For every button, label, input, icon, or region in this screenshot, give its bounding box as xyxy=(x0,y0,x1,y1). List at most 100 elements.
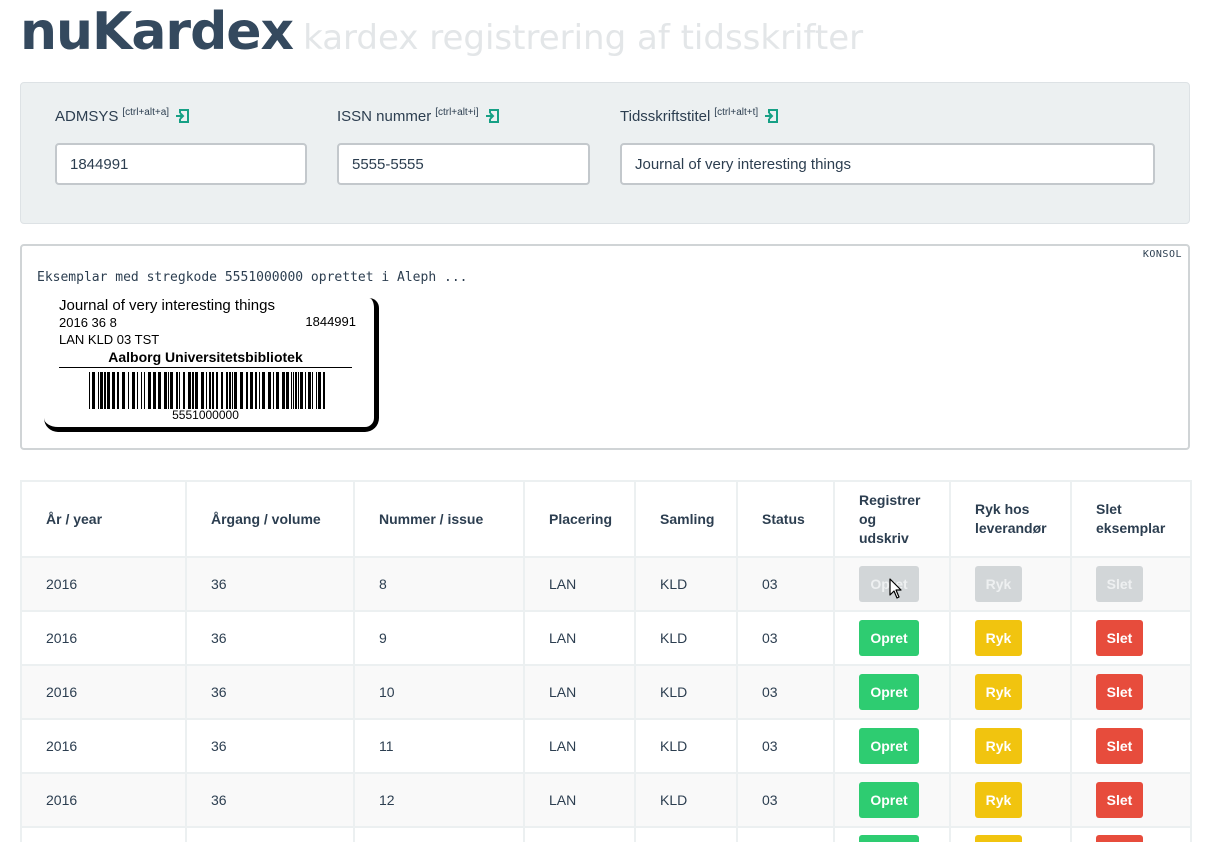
cell-empty xyxy=(20,826,187,842)
cell-collection: KLD xyxy=(634,664,738,720)
barcode-bar xyxy=(141,372,142,409)
cell-year: 2016 xyxy=(20,718,187,774)
col-collection: Samling xyxy=(634,480,738,558)
remind-button[interactable] xyxy=(975,834,1022,842)
sign-in-icon[interactable] xyxy=(175,109,190,123)
label-barcode-number: 5551000000 xyxy=(172,408,239,422)
col-volume: Årgang / volume xyxy=(185,480,355,558)
cell-status: 03 xyxy=(736,718,835,774)
table-row: 2016 36 12 LAN KLD 03 Opret Ryk Slet xyxy=(20,772,1192,828)
create-button[interactable] xyxy=(859,834,919,842)
barcode-bar xyxy=(268,372,271,409)
cell-placement: LAN xyxy=(523,664,636,720)
page-header: nuKardex kardex registrering af tidsskrif… xyxy=(20,2,863,62)
delete-button[interactable]: Slet xyxy=(1096,566,1143,602)
remind-button[interactable]: Ryk xyxy=(975,782,1022,818)
col-status: Status xyxy=(736,480,835,558)
barcode-bar xyxy=(168,372,169,409)
barcode-bar xyxy=(100,372,103,409)
cell-action xyxy=(833,826,951,842)
create-button[interactable]: Opret xyxy=(859,674,919,710)
delete-button[interactable]: Slet xyxy=(1096,782,1143,818)
barcode-bar xyxy=(137,372,138,409)
cell-create: Opret xyxy=(833,772,951,828)
barcode-bar xyxy=(122,372,125,409)
remind-button[interactable]: Ryk xyxy=(975,728,1022,764)
barcode-bar xyxy=(92,372,95,409)
create-button[interactable]: Opret xyxy=(859,782,919,818)
barcode-bar xyxy=(170,372,173,409)
cell-create: Opret xyxy=(833,718,951,774)
delete-button[interactable] xyxy=(1096,834,1143,842)
admsys-label: ADMSYS [ctrl+alt+a] xyxy=(55,107,190,129)
cell-remind: Ryk xyxy=(949,664,1072,720)
table-row xyxy=(20,826,1192,842)
cell-year: 2016 xyxy=(20,772,187,828)
barcode-bar xyxy=(148,372,151,409)
cell-collection: KLD xyxy=(634,772,738,828)
sign-in-icon[interactable] xyxy=(485,109,499,123)
barcode-bar xyxy=(176,372,178,409)
create-button[interactable]: Opret xyxy=(859,620,919,656)
issn-input[interactable] xyxy=(337,143,590,185)
barcode-bar xyxy=(183,372,185,409)
cell-year: 2016 xyxy=(20,610,187,666)
remind-button[interactable]: Ryk xyxy=(975,566,1022,602)
cell-create: Opret xyxy=(833,556,951,612)
sign-in-icon[interactable] xyxy=(764,109,779,123)
console-message: Eksemplar med stregkode 5551000000 opret… xyxy=(37,270,468,285)
admsys-field-group: ADMSYS [ctrl+alt+a] xyxy=(55,107,307,185)
create-button[interactable]: Opret xyxy=(859,728,919,764)
cell-collection: KLD xyxy=(634,718,738,774)
barcode-bar xyxy=(112,372,115,409)
barcode-bar xyxy=(179,372,180,409)
cell-delete: Slet xyxy=(1070,664,1192,720)
cell-remind: Ryk xyxy=(949,772,1072,828)
title-input[interactable] xyxy=(620,143,1155,185)
cell-volume: 36 xyxy=(185,664,355,720)
cell-remind: Ryk xyxy=(949,610,1072,666)
delete-button[interactable]: Slet xyxy=(1096,620,1143,656)
barcode-bar xyxy=(316,372,317,409)
barcode-bar xyxy=(128,372,129,409)
barcode-bar xyxy=(262,372,265,409)
barcode-bar xyxy=(295,372,297,409)
cell-remind: Ryk xyxy=(949,718,1072,774)
delete-button[interactable]: Slet xyxy=(1096,674,1143,710)
cell-status: 03 xyxy=(736,772,835,828)
barcode-bar xyxy=(259,372,260,409)
table-header-row: År / year Årgang / volume Nummer / issue… xyxy=(20,480,1192,558)
title-field-group: Tidsskriftstitel [ctrl+alt+t] xyxy=(620,107,1155,185)
cell-create: Opret xyxy=(833,610,951,666)
cell-status: 03 xyxy=(736,664,835,720)
label-divider xyxy=(59,367,352,368)
barcode-bar xyxy=(216,372,218,409)
barcode-bar xyxy=(286,372,289,409)
cell-collection: KLD xyxy=(634,610,738,666)
cell-volume: 36 xyxy=(185,610,355,666)
barcode-bar xyxy=(312,372,313,409)
remind-button[interactable]: Ryk xyxy=(975,674,1022,710)
issn-shortcut: [ctrl+alt+i] xyxy=(435,107,479,118)
label-location: LAN KLD 03 TST xyxy=(59,332,160,347)
remind-button[interactable]: Ryk xyxy=(975,620,1022,656)
issues-table-container: År / year Årgang / volume Nummer / issue… xyxy=(20,480,1192,842)
cell-action xyxy=(949,826,1072,842)
delete-button[interactable]: Slet xyxy=(1096,728,1143,764)
barcode-bar xyxy=(104,372,106,409)
barcode-graphic xyxy=(89,372,325,409)
create-button[interactable]: Opret xyxy=(859,566,919,602)
barcode-bar xyxy=(293,372,294,409)
label-title: Journal of very interesting things xyxy=(59,297,275,314)
cell-collection: KLD xyxy=(634,556,738,612)
barcode-bar xyxy=(318,372,321,409)
cell-action xyxy=(1070,826,1192,842)
cell-delete: Slet xyxy=(1070,610,1192,666)
label-library: Aalborg Universitetsbibliotek xyxy=(108,349,303,365)
cell-create: Opret xyxy=(833,664,951,720)
cell-delete: Slet xyxy=(1070,718,1192,774)
admsys-input[interactable] xyxy=(55,143,307,185)
barcode-bar xyxy=(209,372,211,409)
barcode-bar xyxy=(206,372,207,409)
cell-issue: 10 xyxy=(353,664,525,720)
